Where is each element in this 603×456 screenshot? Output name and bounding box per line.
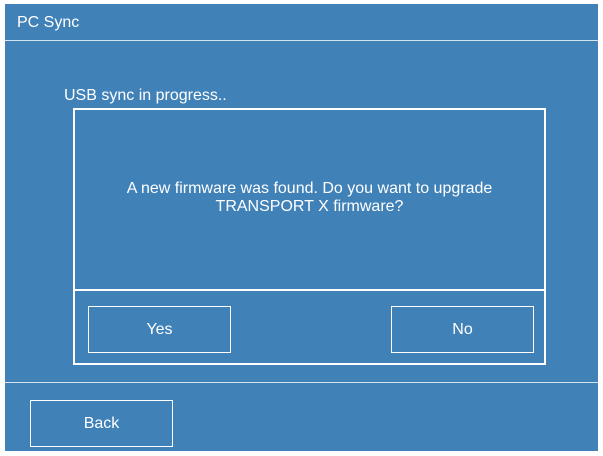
firmware-upgrade-dialog: A new firmware was found. Do you want to… [73,108,546,365]
dialog-message: A new firmware was found. Do you want to… [75,180,544,216]
dialog-divider [75,289,544,291]
no-button[interactable]: No [391,306,534,353]
back-button[interactable]: Back [30,400,173,447]
pc-sync-screen: PC Sync USB sync in progress.. A new fir… [5,4,598,451]
sync-status-text: USB sync in progress.. [64,87,227,104]
dialog-message-line-2: TRANSPORT X firmware? [215,198,404,215]
footer-divider [5,382,598,383]
page-title: PC Sync [17,14,80,31]
yes-button[interactable]: Yes [88,306,231,353]
title-bar: PC Sync [5,4,598,41]
dialog-message-line-1: A new firmware was found. Do you want to… [126,180,493,197]
